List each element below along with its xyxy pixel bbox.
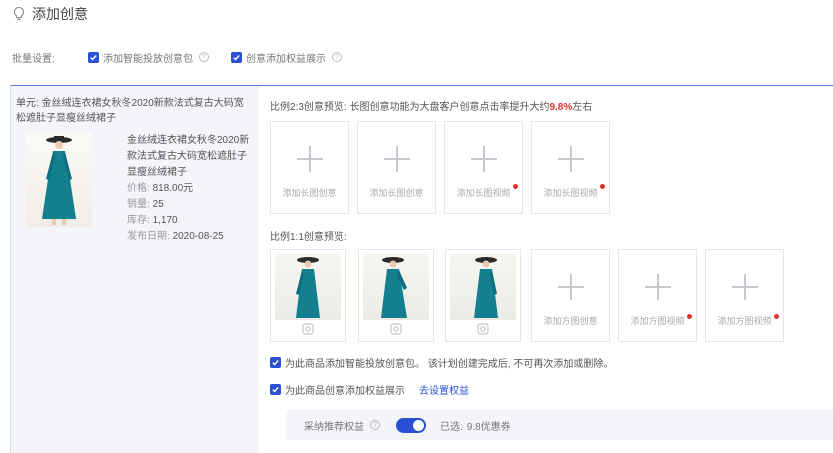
checkbox-checked-icon[interactable] (231, 51, 242, 63)
camera-icon[interactable] (389, 322, 403, 336)
add-long-video-tile[interactable]: 添加长图视频 (444, 121, 523, 214)
tile-label: 添加长图视频 (543, 188, 598, 198)
rights-label: 为此商品创意添加权益展示 (285, 386, 405, 397)
add-long-image-tile[interactable]: 添加长图创意 (357, 121, 436, 214)
square-creative-preview[interactable] (358, 249, 434, 342)
adopt-rights-label: 采纳推荐权益 (304, 421, 364, 433)
tile-label: 添加方图视频 (717, 316, 772, 326)
batch-settings-label: 批量设置: (12, 53, 55, 65)
add-long-image-tile[interactable]: 添加长图创意 (270, 121, 349, 214)
creative-thumbnail (450, 254, 516, 320)
plus-icon (558, 274, 584, 300)
add-long-video-tile[interactable]: 添加长图视频 (531, 121, 610, 214)
adopt-rights-toggle[interactable] (396, 417, 426, 433)
page-header: 添加创意 (12, 4, 88, 24)
camera-icon[interactable] (301, 322, 315, 336)
price-row: 价格: 818.00元 (127, 183, 194, 194)
checkbox-checked-icon[interactable] (88, 51, 99, 63)
tile-label: 添加方图视频 (630, 316, 685, 326)
batch-rights-label: 创意添加权益展示 (246, 53, 326, 65)
plus-icon (384, 146, 410, 172)
checkbox-checked-icon[interactable] (270, 357, 281, 368)
plus-icon (732, 274, 758, 300)
ctr-percent: 9.8% (549, 102, 573, 113)
plus-icon (558, 146, 584, 172)
add-square-video-tile[interactable]: 添加方图视频 (618, 249, 697, 342)
smart-pkg-option[interactable]: 为此商品添加智能投放创意包。 该计划创建完成后, 不可再次添加或删除。 (270, 355, 613, 370)
page-title: 添加创意 (32, 6, 88, 22)
camera-icon[interactable] (476, 322, 490, 336)
creative-thumbnail (275, 254, 341, 320)
product-info: 金丝绒连衣裙女秋冬2020新款法式复古大码宽松遮肚子显瘦丝绒裙子 价格: 818… (127, 133, 252, 245)
date-row: 发布日期: 2020-08-25 (127, 231, 224, 242)
ratio23-label: 比例2:3创意预览: 长图创意功能为大盘客户创意点击率提升大约9.8%左右 (270, 102, 593, 113)
stock-row: 库存: 1,170 (127, 215, 178, 226)
creative-thumbnail (363, 254, 429, 320)
add-square-image-tile[interactable]: 添加方图创意 (531, 249, 610, 342)
batch-settings: 批量设置: 添加智能投放创意包 ? 创意添加权益展示 ? (12, 49, 364, 65)
smart-pkg-label: 为此商品添加智能投放创意包。 该计划创建完成后, 不可再次添加或删除。 (285, 359, 614, 370)
plus-icon (297, 146, 323, 172)
product-name: 金丝绒连衣裙女秋冬2020新款法式复古大码宽松遮肚子显瘦丝绒裙子 (127, 135, 250, 178)
help-icon[interactable]: ? (332, 52, 342, 62)
batch-smart-pkg-option[interactable]: 添加智能投放创意包 ? (88, 50, 209, 65)
tile-label: 添加长图视频 (456, 188, 511, 198)
batch-smart-pkg-label: 添加智能投放创意包 (103, 53, 193, 65)
help-icon[interactable]: ? (370, 420, 380, 430)
selected-value: 9.8优惠券 (466, 421, 511, 433)
ratio11-label: 比例1:1创意预览: (270, 232, 347, 243)
tile-label: 添加长图创意 (369, 188, 424, 198)
tile-label: 添加长图创意 (282, 188, 337, 198)
set-rights-link[interactable]: 去设置权益 (419, 382, 469, 397)
rights-bar: 采纳推荐权益 ? 已选: 9.8优惠券 (286, 410, 833, 440)
product-image (26, 133, 92, 227)
unit-title: 单元: 金丝绒连衣裙女秋冬2020新款法式复古大码宽松遮肚子显瘦丝绒裙子 (16, 98, 244, 124)
checkbox-checked-icon[interactable] (270, 384, 281, 395)
square-creative-preview[interactable] (270, 249, 346, 342)
rights-option[interactable]: 为此商品创意添加权益展示 去设置权益 (270, 382, 469, 397)
selected-label: 已选: (440, 421, 463, 433)
plus-icon (645, 274, 671, 300)
batch-rights-option[interactable]: 创意添加权益展示 ? (231, 50, 342, 65)
sales-row: 销量: 25 (127, 199, 164, 210)
square-creative-preview[interactable] (445, 249, 521, 342)
plus-icon (471, 146, 497, 172)
help-icon[interactable]: ? (199, 52, 209, 62)
add-square-video-tile[interactable]: 添加方图视频 (705, 249, 784, 342)
lightbulb-icon (13, 6, 25, 20)
tile-label: 添加方图创意 (543, 316, 598, 326)
